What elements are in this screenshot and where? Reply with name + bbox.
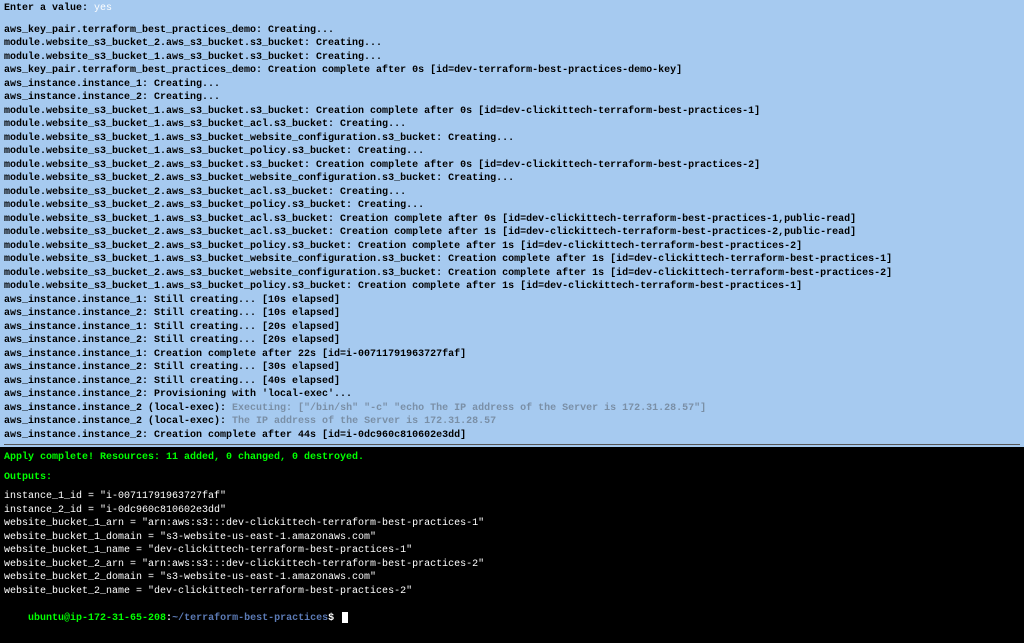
log-line: aws_instance.instance_2: Still creating.… [4,375,1020,389]
log-line: module.website_s3_bucket_1.aws_s3_bucket… [4,105,1020,119]
log-line: module.website_s3_bucket_1.aws_s3_bucket… [4,213,1020,227]
terraform-output-bottom: Apply complete! Resources: 11 added, 0 c… [0,447,1024,643]
shell-path: ~/terraform-best-practices [172,613,328,624]
log-line: aws_key_pair.terraform_best_practices_de… [4,24,1020,38]
terraform-log-lines: aws_key_pair.terraform_best_practices_de… [4,24,1020,443]
log-line: aws_instance.instance_2: Provisioning wi… [4,388,1020,402]
log-line-prefix: aws_instance.instance_2 (local-exec): [4,403,232,414]
log-line: module.website_s3_bucket_2.aws_s3_bucket… [4,37,1020,51]
shell-dollar: $ [328,613,334,624]
log-line: module.website_s3_bucket_2.aws_s3_bucket… [4,240,1020,254]
outputs-list: instance_1_id = "i-00711791963727faf"ins… [4,490,1020,598]
log-line-exec: Executing: ["/bin/sh" "-c" "echo The IP … [232,403,706,414]
log-line: module.website_s3_bucket_2.aws_s3_bucket… [4,267,1020,281]
output-line: instance_2_id = "i-0dc960c810602e3dd" [4,504,1020,518]
prompt-label: Enter a value: [4,3,94,14]
log-line: aws_instance.instance_2: Still creating.… [4,307,1020,321]
log-line: module.website_s3_bucket_2.aws_s3_bucket… [4,199,1020,213]
enter-value-prompt: Enter a value: yes [4,2,1020,16]
log-line: module.website_s3_bucket_2.aws_s3_bucket… [4,159,1020,173]
log-line: aws_key_pair.terraform_best_practices_de… [4,64,1020,78]
cursor-icon [342,612,348,623]
log-line: aws_instance.instance_2: Creation comple… [4,429,1020,443]
log-line: module.website_s3_bucket_1.aws_s3_bucket… [4,132,1020,146]
output-line: website_bucket_2_arn = "arn:aws:s3:::dev… [4,558,1020,572]
log-line: module.website_s3_bucket_2.aws_s3_bucket… [4,186,1020,200]
log-line: aws_instance.instance_2: Still creating.… [4,334,1020,348]
output-line: instance_1_id = "i-00711791963727faf" [4,490,1020,504]
outputs-header: Outputs: [4,471,1020,485]
output-line: website_bucket_2_name = "dev-clickittech… [4,585,1020,599]
log-line: module.website_s3_bucket_2.aws_s3_bucket… [4,172,1020,186]
log-line: module.website_s3_bucket_2.aws_s3_bucket… [4,226,1020,240]
log-line: module.website_s3_bucket_1.aws_s3_bucket… [4,145,1020,159]
output-line: website_bucket_1_name = "dev-clickittech… [4,544,1020,558]
section-divider [4,444,1020,445]
log-line: aws_instance.instance_1: Still creating.… [4,294,1020,308]
output-line: website_bucket_1_arn = "arn:aws:s3:::dev… [4,517,1020,531]
log-line: module.website_s3_bucket_1.aws_s3_bucket… [4,280,1020,294]
shell-prompt[interactable]: ubuntu@ip-172-31-65-208:~/terraform-best… [4,598,1020,639]
log-line: aws_instance.instance_1: Creating... [4,78,1020,92]
output-line: website_bucket_1_domain = "s3-website-us… [4,531,1020,545]
log-line-exec: The IP address of the Server is 172.31.2… [232,416,496,427]
output-line: website_bucket_2_domain = "s3-website-us… [4,571,1020,585]
terraform-output-top: Enter a value: yes aws_key_pair.terrafor… [0,0,1024,447]
log-line: aws_instance.instance_2 (local-exec): Ex… [4,402,1020,416]
prompt-input-value: yes [94,3,112,14]
apply-complete-line: Apply complete! Resources: 11 added, 0 c… [4,451,1020,465]
log-line: aws_instance.instance_2: Creating... [4,91,1020,105]
log-line: module.website_s3_bucket_1.aws_s3_bucket… [4,51,1020,65]
shell-user-host: ubuntu@ip-172-31-65-208 [28,613,166,624]
log-line: aws_instance.instance_2: Still creating.… [4,361,1020,375]
log-line-prefix: aws_instance.instance_2 (local-exec): [4,416,232,427]
log-line: aws_instance.instance_2 (local-exec): Th… [4,415,1020,429]
log-line: module.website_s3_bucket_1.aws_s3_bucket… [4,253,1020,267]
log-line: aws_instance.instance_1: Still creating.… [4,321,1020,335]
log-line: aws_instance.instance_1: Creation comple… [4,348,1020,362]
log-line: module.website_s3_bucket_1.aws_s3_bucket… [4,118,1020,132]
